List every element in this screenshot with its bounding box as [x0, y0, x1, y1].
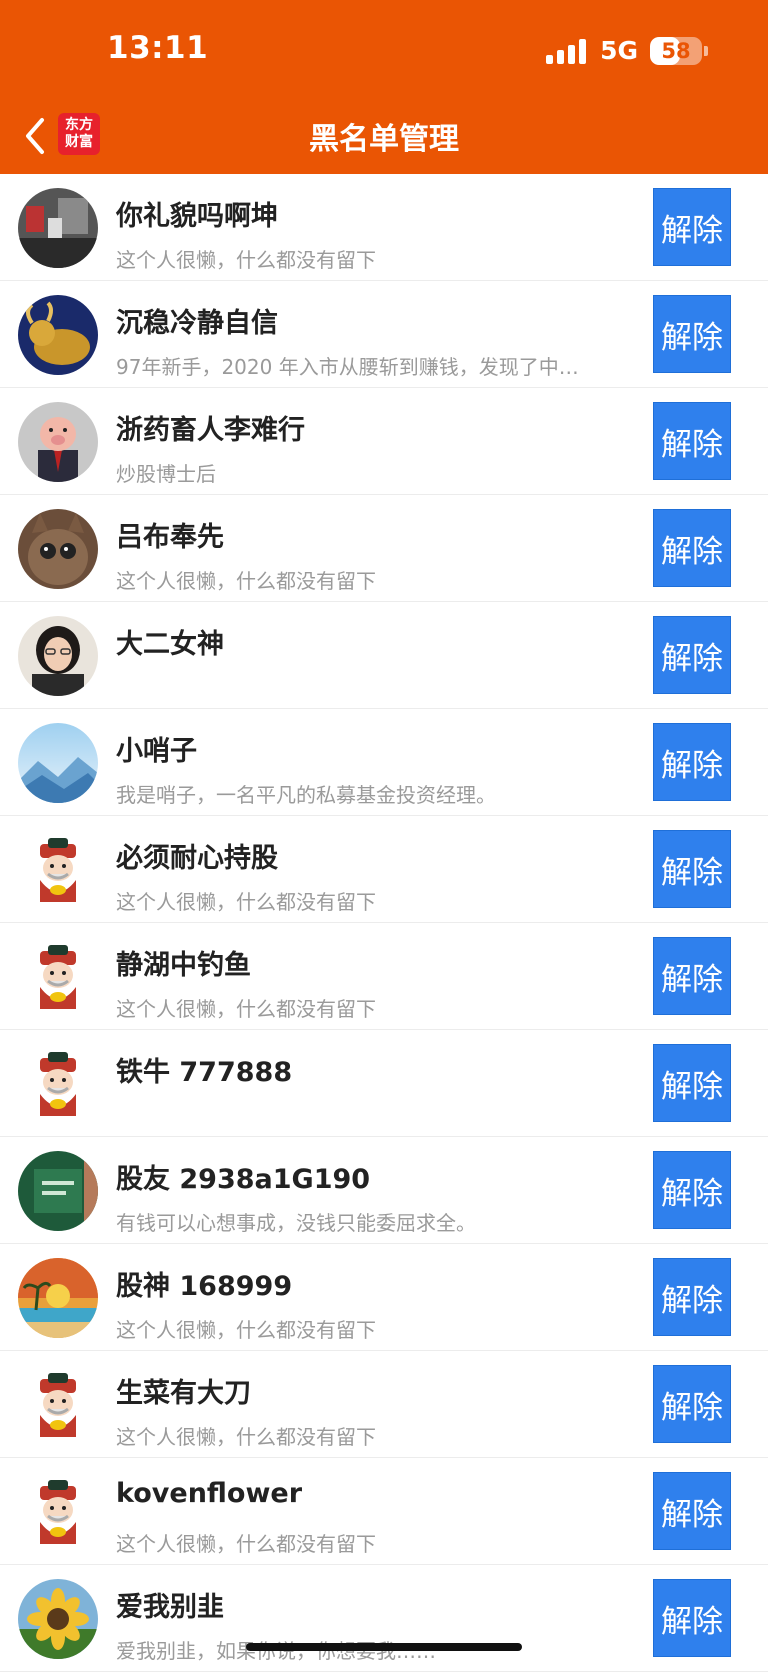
list-item[interactable]: 吕布奉先这个人很懒，什么都没有留下 解除	[0, 495, 768, 602]
unblock-button[interactable]: 解除	[653, 937, 731, 1015]
avatar[interactable]	[18, 1472, 98, 1552]
user-bio: 这个人很懒，什么都没有留下	[116, 997, 376, 1021]
avatar[interactable]	[18, 1044, 98, 1124]
status-indicators: 5G 58	[546, 36, 708, 65]
golden-bull-image	[18, 295, 98, 375]
unblock-button[interactable]: 解除	[653, 1579, 731, 1657]
photo-room-image	[18, 188, 98, 268]
list-item[interactable]: 你礼貌吗啊坤这个人很懒，什么都没有留下 解除	[0, 174, 768, 281]
unblock-button[interactable]: 解除	[653, 402, 731, 480]
list-item[interactable]: 大二女神 解除	[0, 602, 768, 709]
avatar[interactable]	[18, 616, 98, 696]
sunset-painting-image	[18, 1258, 98, 1338]
user-name[interactable]: 爱我别韭	[116, 1585, 224, 1624]
user-bio: 我是哨子，一名平凡的私募基金投资经理。	[116, 783, 496, 807]
user-bio: 这个人很懒，什么都没有留下	[116, 890, 376, 914]
fortune-god-image	[18, 937, 98, 1017]
user-bio: 这个人很懒，什么都没有留下	[116, 569, 376, 593]
list-item[interactable]: 股神 168999 这个人很懒，什么都没有留下 解除	[0, 1244, 768, 1351]
user-name[interactable]: 你礼貌吗啊坤	[116, 194, 278, 233]
user-bio: 97年新手，2020 年入市从腰斩到赚钱，发现了中…	[116, 355, 579, 379]
user-bio: 这个人很懒，什么都没有留下	[116, 1318, 376, 1342]
user-name[interactable]: 股神 168999	[116, 1264, 292, 1303]
list-item[interactable]: 小哨子我是哨子，一名平凡的私募基金投资经理。 解除	[0, 709, 768, 816]
unblock-button[interactable]: 解除	[653, 1258, 731, 1336]
unblock-button[interactable]: 解除	[653, 509, 731, 587]
sunflower-image	[18, 1579, 98, 1659]
fortune-god-image	[18, 1044, 98, 1124]
user-name[interactable]: kovenflower	[116, 1478, 302, 1509]
avatar[interactable]	[18, 509, 98, 589]
avatar[interactable]	[18, 295, 98, 375]
list-item[interactable]: 必须耐心持股这个人很懒，什么都没有留下 解除	[0, 816, 768, 923]
unblock-button[interactable]: 解除	[653, 1472, 731, 1550]
home-indicator	[246, 1643, 522, 1651]
avatar[interactable]	[18, 1579, 98, 1659]
user-name[interactable]: 沉稳冷静自信	[116, 301, 278, 340]
network-type: 5G	[600, 36, 638, 65]
user-name[interactable]: 浙药畜人李难行	[116, 408, 305, 447]
user-bio: 炒股博士后	[116, 462, 216, 486]
green-book-image	[18, 1151, 98, 1231]
user-name[interactable]: 静湖中钓鱼	[116, 943, 251, 982]
unblock-button[interactable]: 解除	[653, 723, 731, 801]
user-name[interactable]: 小哨子	[116, 729, 197, 768]
unblock-button[interactable]: 解除	[653, 830, 731, 908]
fortune-god-image	[18, 830, 98, 910]
list-item[interactable]: 铁牛 777888 解除	[0, 1030, 768, 1137]
list-item[interactable]: 沉稳冷静自信 97年新手，2020 年入市从腰斩到赚钱，发现了中… 解除	[0, 281, 768, 388]
list-item[interactable]: 爱我别韭 爱我别韭，如果你说，你想要我…… 解除	[0, 1565, 768, 1672]
unblock-button[interactable]: 解除	[653, 295, 731, 373]
list-item[interactable]: 生菜有大刀这个人很懒，什么都没有留下 解除	[0, 1351, 768, 1458]
user-name[interactable]: 必须耐心持股	[116, 836, 278, 875]
user-name[interactable]: 股友 2938a1G190	[116, 1157, 370, 1196]
list-item[interactable]: 浙药畜人李难行炒股博士后 解除	[0, 388, 768, 495]
user-bio: 这个人很懒，什么都没有留下	[116, 1425, 376, 1449]
unblock-button[interactable]: 解除	[653, 1044, 731, 1122]
fortune-god-image	[18, 1472, 98, 1552]
unblock-button[interactable]: 解除	[653, 1151, 731, 1229]
page-title: 黑名单管理	[309, 122, 459, 157]
woman-portrait-image	[18, 616, 98, 696]
unblock-button[interactable]: 解除	[653, 188, 731, 266]
unblock-button[interactable]: 解除	[653, 1365, 731, 1443]
user-bio: 有钱可以心想事成，没钱只能委屈求全。	[116, 1211, 476, 1235]
battery-icon: 58	[650, 36, 702, 65]
battery-level: 58	[661, 38, 691, 63]
avatar[interactable]	[18, 1151, 98, 1231]
unblock-button[interactable]: 解除	[653, 616, 731, 694]
user-bio: 这个人很懒，什么都没有留下	[116, 1532, 376, 1556]
status-time: 13:11	[107, 30, 209, 66]
avatar[interactable]	[18, 1258, 98, 1338]
avatar[interactable]	[18, 723, 98, 803]
fortune-god-image	[18, 1365, 98, 1445]
cat-image	[18, 509, 98, 589]
user-bio: 这个人很懒，什么都没有留下	[116, 248, 376, 272]
avatar[interactable]	[18, 188, 98, 268]
user-name[interactable]: 吕布奉先	[116, 515, 224, 554]
list-item[interactable]: kovenflower 这个人很懒，什么都没有留下 解除	[0, 1458, 768, 1565]
mountains-image	[18, 723, 98, 803]
pig-man-image	[18, 402, 98, 482]
user-name[interactable]: 铁牛 777888	[116, 1050, 292, 1089]
avatar[interactable]	[18, 830, 98, 910]
user-name[interactable]: 生菜有大刀	[116, 1371, 251, 1410]
list-item[interactable]: 股友 2938a1G190 有钱可以心想事成，没钱只能委屈求全。 解除	[0, 1137, 768, 1244]
app-header: 13:11 5G 58 东方 财富 黑名单管理	[0, 0, 768, 174]
avatar[interactable]	[18, 937, 98, 1017]
cellular-signal-icon	[546, 38, 587, 64]
avatar[interactable]	[18, 402, 98, 482]
blacklist: 你礼貌吗啊坤 这个人很懒，什么都没有留下 解除 沉稳冷静自信 97年新手，2020 年入…	[0, 174, 768, 1672]
avatar[interactable]	[18, 1365, 98, 1445]
user-name[interactable]: 大二女神	[116, 622, 224, 661]
list-item[interactable]: 静湖中钓鱼这个人很懒，什么都没有留下 解除	[0, 923, 768, 1030]
